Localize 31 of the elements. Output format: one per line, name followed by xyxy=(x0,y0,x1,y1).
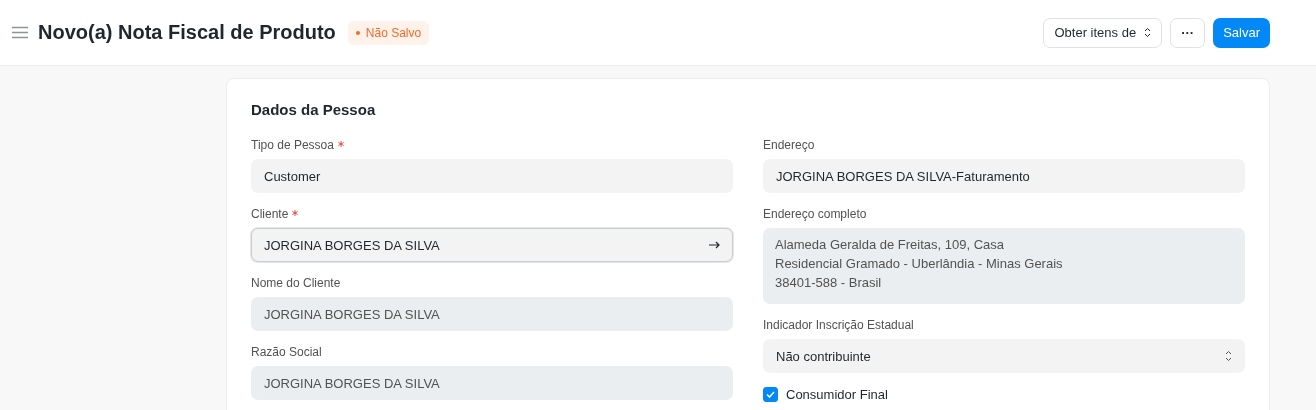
select-field[interactable]: Não contribuinte xyxy=(763,339,1245,373)
page-title: Novo(a) Nota Fiscal de Produto xyxy=(38,21,336,44)
field-label: Endereço completo xyxy=(763,207,867,221)
field-label: Indicador Inscrição Estadual xyxy=(763,318,914,332)
text-field[interactable]: Customer xyxy=(251,159,733,193)
chevron-up-down-icon xyxy=(1144,27,1152,38)
address-line: Alameda Geralda de Freitas, 109, Casa xyxy=(775,237,1006,252)
text-field[interactable]: JORGINA BORGES DA SILVA-Faturamento xyxy=(763,159,1245,193)
address-line: 38401-588 - Brasil xyxy=(775,275,883,290)
required-icon xyxy=(292,210,299,216)
field-label: Tipo de Pessoa xyxy=(251,138,334,152)
field-label: Razão Social xyxy=(251,345,322,359)
address-line: Residencial Gramado - Uberlândia - Minas Gerais xyxy=(775,256,1064,271)
chevron-up-down-icon[interactable] xyxy=(1225,350,1232,362)
arrow-right-icon[interactable] xyxy=(709,241,720,249)
read-only-field: JORGINA BORGES DA SILVA xyxy=(251,297,733,331)
read-only-field: JORGINA BORGES DA SILVA xyxy=(251,366,733,400)
section-title: Dados da Pessoa xyxy=(251,101,377,118)
more-button[interactable]: ··· xyxy=(1170,17,1206,48)
checkbox-label: Consumidor Final xyxy=(786,387,888,402)
get-items-dropdown[interactable]: Obter itens de xyxy=(1043,17,1163,48)
field-label: Nome do Cliente xyxy=(251,276,341,290)
checkbox[interactable] xyxy=(763,387,778,402)
field-label: Endereço xyxy=(763,138,815,152)
link-field[interactable]: JORGINA BORGES DA SILVA xyxy=(251,228,733,262)
status-badge: Não Salvo xyxy=(347,20,430,45)
save-button[interactable]: Salvar xyxy=(1213,17,1270,48)
required-icon xyxy=(337,141,344,147)
check-icon xyxy=(766,391,775,398)
menu-icon[interactable] xyxy=(12,26,28,39)
field-label: Cliente xyxy=(251,207,289,221)
